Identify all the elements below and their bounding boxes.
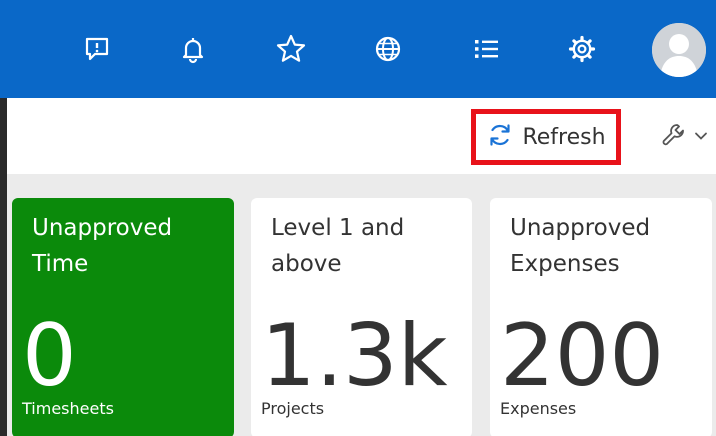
tile-unapproved-expenses[interactable]: Unapproved Expenses 200 Expenses: [490, 198, 712, 436]
refresh-button-label: Refresh: [522, 124, 606, 150]
list-icon[interactable]: [465, 28, 507, 70]
bell-icon[interactable]: [172, 28, 214, 70]
app-window: Refresh Unapproved Time 0 Timesheets Lev…: [0, 0, 716, 436]
chevron-down-icon: [694, 128, 708, 147]
tile-caption: Projects: [261, 399, 325, 418]
tile-level-1-and-above[interactable]: Level 1 and above 1.3k Projects: [251, 198, 472, 436]
tile-caption: Expenses: [500, 399, 577, 418]
tile-value: 0: [22, 306, 77, 406]
tile-title: Unapproved Time: [32, 215, 173, 277]
tile-title: Level 1 and above: [271, 215, 405, 277]
gear-icon[interactable]: [561, 28, 603, 70]
globe-icon[interactable]: [367, 28, 409, 70]
top-header-bar: [0, 0, 716, 98]
refresh-button[interactable]: Refresh: [471, 109, 621, 165]
tools-dropdown-button[interactable]: [660, 120, 712, 154]
tile-caption: Timesheets: [22, 399, 114, 418]
tile-value: 1.3k: [261, 306, 448, 406]
refresh-icon: [486, 121, 514, 153]
user-avatar-icon[interactable]: [652, 23, 706, 77]
left-border: [0, 98, 7, 436]
wrench-icon: [660, 121, 688, 153]
tile-value: 200: [500, 306, 665, 406]
tile-unapproved-time[interactable]: Unapproved Time 0 Timesheets: [12, 198, 234, 436]
feedback-icon[interactable]: [76, 28, 118, 70]
tile-title: Unapproved Expenses: [510, 215, 651, 277]
star-icon[interactable]: [270, 28, 312, 70]
